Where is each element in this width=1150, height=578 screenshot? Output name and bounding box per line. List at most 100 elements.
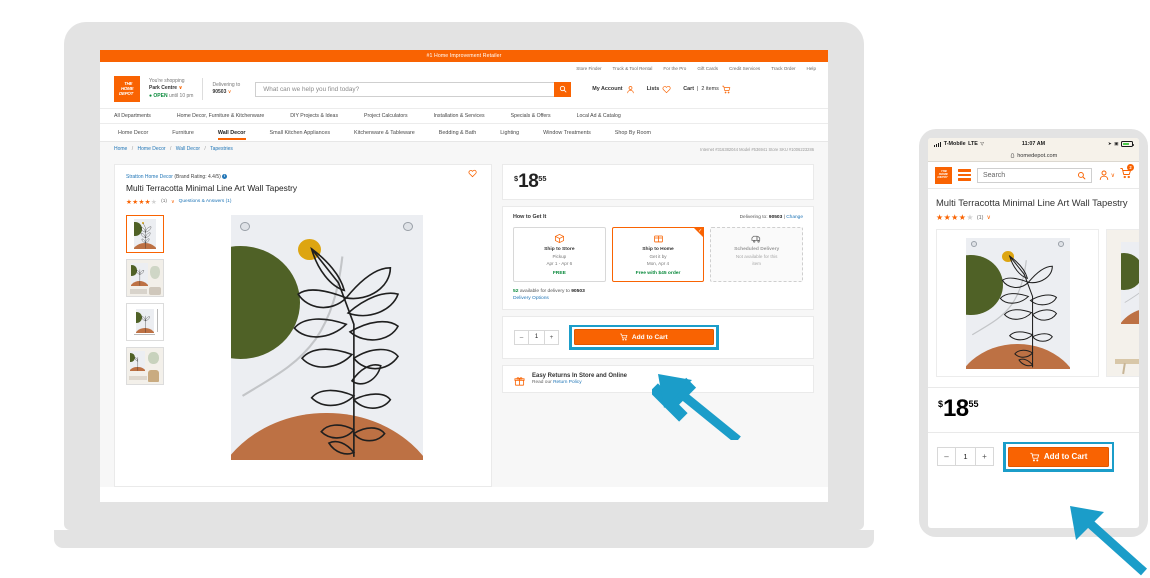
thumb4-hanging-plant <box>148 351 159 364</box>
mobile-carousel-slide-2[interactable] <box>1106 229 1139 378</box>
cart-icon <box>722 85 730 93</box>
main-product-image[interactable] <box>173 214 480 470</box>
mobile-add-to-cart-highlight-inner: Add to Cart <box>1005 444 1112 470</box>
add-to-cart-highlight-outer: Add to Cart <box>569 324 719 351</box>
thumbnail-4[interactable] <box>126 346 164 385</box>
breadcrumb-home-decor[interactable]: Home Decor <box>138 146 166 152</box>
delivery-options-link[interactable]: Delivery Options <box>513 296 803 301</box>
lists-label: Lists <box>646 86 660 92</box>
quantity-value[interactable]: 1 <box>955 448 976 466</box>
dept-nav-diy-projects-ideas[interactable]: DIY Projects & Ideas <box>290 113 338 119</box>
dept-nav-all-departments[interactable]: All Departments <box>114 113 151 119</box>
change-zip-link[interactable]: Change <box>786 215 803 220</box>
delivery-zip-selector[interactable]: Delivering to 90503 ∨ <box>212 82 246 96</box>
thumbnail-2[interactable] <box>126 258 164 297</box>
utility-link-credit-services[interactable]: Credit Services <box>729 66 760 71</box>
mobile-slide2-table-top <box>1115 359 1139 365</box>
questions-answers-link[interactable]: Questions & Answers (1) <box>179 199 232 204</box>
info-icon[interactable]: i <box>222 174 228 179</box>
home-depot-logo[interactable]: THE HOME DEPOT <box>114 76 140 102</box>
thumbnail-3[interactable] <box>126 302 164 341</box>
dept-nav-specials-offers[interactable]: Specials & Offers <box>511 113 551 119</box>
mobile-price: $ 18 55 <box>928 388 1139 432</box>
breadcrumb-tapestries[interactable]: Tapestries <box>210 146 233 152</box>
laptop-device: #1 Home Improvement Retailer Store Finde… <box>54 22 874 548</box>
utility-link-for-the-pro[interactable]: For the Pro <box>663 66 686 71</box>
category-nav-home-decor[interactable]: Home Decor <box>118 126 148 140</box>
chevron-down-icon[interactable]: ∨ <box>986 214 990 221</box>
my-account-button[interactable]: My Account <box>592 85 634 94</box>
category-nav-small-kitchen-appliances[interactable]: Small Kitchen Appliances <box>270 126 331 140</box>
category-nav-lighting[interactable]: Lighting <box>500 126 519 140</box>
star-rating-icon[interactable]: ★★★★★ <box>126 198 157 206</box>
search-button[interactable] <box>554 81 572 97</box>
return-policy-link[interactable]: Return Policy <box>553 380 582 385</box>
mobile-url-bar[interactable]: homedepot.com <box>928 150 1139 162</box>
quantity-increase-button[interactable]: + <box>976 448 993 465</box>
category-nav-furniture[interactable]: Furniture <box>172 126 194 140</box>
utility-link-store-finder[interactable]: Store Finder <box>576 66 601 71</box>
dept-nav-installation-services[interactable]: Installation & Services <box>434 113 485 119</box>
star-filled-3: ★ <box>951 213 959 223</box>
thumb4-console-table <box>129 375 147 380</box>
mobile-image-carousel[interactable] <box>928 229 1139 378</box>
quantity-stepper[interactable]: – 1 + <box>514 329 559 345</box>
mobile-rating-row[interactable]: ★★★★★ (1) ∨ <box>928 213 1139 229</box>
utility-nav: Store Finder Truck & Tool Rental For the… <box>100 62 828 75</box>
phone-device: T-Mobile LTE ▽ 11:07 AM ➤ ▣ homedepot.co… <box>919 129 1148 537</box>
cart-divider: | <box>697 86 699 92</box>
add-to-cart-highlight-inner: Add to Cart <box>571 327 716 348</box>
brand-name[interactable]: Stratton Home Decor <box>126 174 173 180</box>
lists-button[interactable]: Lists <box>647 85 672 94</box>
mobile-account-button[interactable]: ∨ <box>1098 169 1115 181</box>
gift-box-icon <box>514 374 525 386</box>
mobile-browser-viewport: T-Mobile LTE ▽ 11:07 AM ➤ ▣ homedepot.co… <box>928 138 1139 528</box>
thumbnail-1[interactable] <box>126 214 164 253</box>
dept-nav-local-ad-catalog[interactable]: Local Ad & Catalog <box>577 113 621 119</box>
mobile-quantity-stepper[interactable]: – 1 + <box>937 447 994 467</box>
utility-link-track-order[interactable]: Track Order <box>771 66 795 71</box>
dept-nav-project-calculators[interactable]: Project Calculators <box>364 113 408 119</box>
dept-nav-home-decor-furniture-kitchenware[interactable]: Home Decor, Furniture & Kitchenware <box>177 113 264 119</box>
breadcrumb-wall-decor[interactable]: Wall Decor <box>176 146 200 152</box>
carrier-name: T-Mobile <box>943 141 966 147</box>
scene: #1 Home Improvement Retailer Store Finde… <box>0 0 1150 578</box>
mobile-search-input[interactable]: Search <box>977 167 1092 183</box>
utility-link-truck-tool-rental[interactable]: Truck & Tool Rental <box>613 66 653 71</box>
search-input[interactable]: What can we help you find today? <box>255 81 555 97</box>
heart-icon <box>662 85 671 93</box>
mobile-carousel-slide-1[interactable] <box>936 229 1099 378</box>
utility-link-help[interactable]: Help <box>807 66 816 71</box>
fulfillment-badge: Free with $45 order <box>635 270 681 276</box>
quantity-decrease-button[interactable]: – <box>515 331 528 344</box>
utility-link-gift-cards[interactable]: Gift Cards <box>697 66 718 71</box>
delivering-to-zip: 90503 <box>768 214 783 220</box>
home-depot-logo[interactable]: THE HOME DEPOT <box>935 166 952 184</box>
price-cents: 55 <box>968 399 979 410</box>
category-nav-kitchenware-tableware[interactable]: Kitchenware & Tableware <box>354 126 415 140</box>
person-icon <box>1099 170 1108 180</box>
quantity-increase-button[interactable]: + <box>545 331 558 344</box>
chevron-down-icon[interactable]: ∨ <box>228 89 232 95</box>
review-count: (1) <box>161 199 167 204</box>
fulfillment-option-ship-to-home[interactable]: ✓ Ship to Home Get it by Mon, Apr 4 Free… <box>611 227 705 282</box>
wishlist-button[interactable] <box>468 165 477 183</box>
hamburger-menu-icon[interactable] <box>958 169 971 181</box>
cart-button[interactable]: Cart | 2 items <box>683 85 731 94</box>
category-nav-wall-decor[interactable]: Wall Decor <box>217 126 246 140</box>
add-to-cart-button[interactable]: Add to Cart <box>573 329 714 346</box>
mobile-add-to-cart-button[interactable]: Add to Cart <box>1008 446 1110 467</box>
store-selector[interactable]: You're shopping Park Centre ∨ ● OPEN unt… <box>149 78 204 100</box>
fulfillment-option-ship-to-store[interactable]: Ship to Store Pickup Apr 1 - Apr 6 FREE <box>513 227 606 282</box>
chevron-down-icon[interactable]: ∨ <box>178 85 182 91</box>
category-nav-shop-by-room[interactable]: Shop By Room <box>615 126 651 140</box>
breadcrumb-home[interactable]: Home <box>114 146 127 152</box>
category-nav-bedding-bath[interactable]: Bedding & Bath <box>439 126 476 140</box>
chevron-down-icon[interactable]: ∨ <box>171 199 175 205</box>
category-nav-window-treatments[interactable]: Window Treatments <box>543 126 591 140</box>
mobile-cart-button[interactable]: 2 <box>1120 164 1134 184</box>
quantity-value[interactable]: 1 <box>528 330 545 344</box>
quantity-decrease-button[interactable]: – <box>938 448 955 465</box>
desktop-add-to-cart-pointer <box>652 374 741 440</box>
brand-rating: (Brand Rating: 4.4/5) <box>174 174 221 180</box>
